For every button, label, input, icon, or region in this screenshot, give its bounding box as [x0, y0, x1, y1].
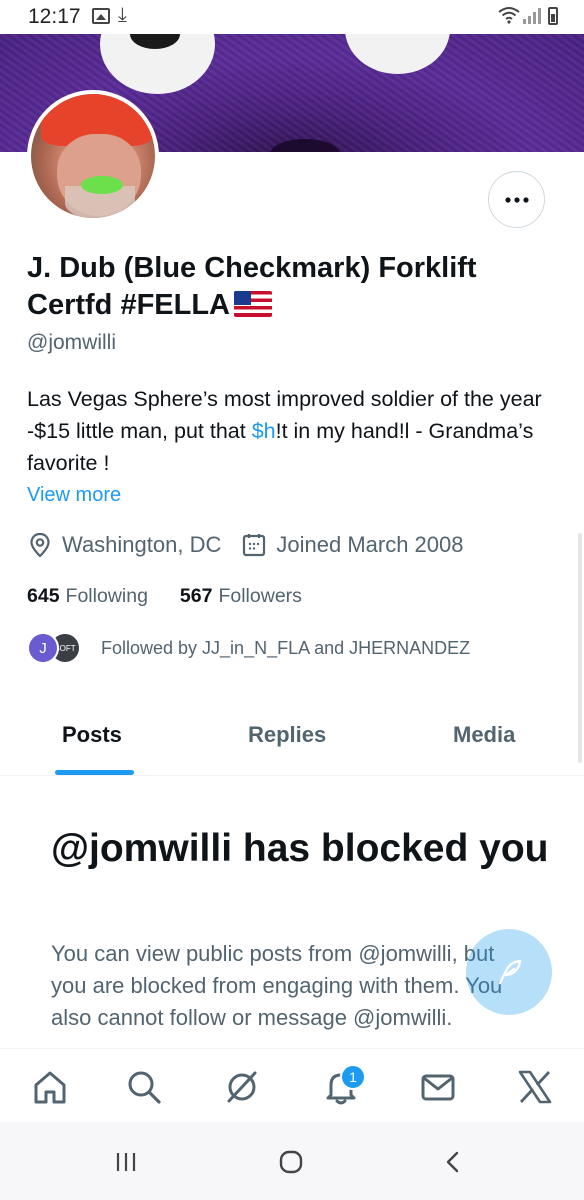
recent-apps-button[interactable]	[106, 1144, 146, 1180]
profile-bio: Las Vegas Sphere’s most improved soldier…	[27, 383, 547, 479]
profile-meta: Washington, DC Joined March 2008	[27, 530, 484, 560]
system-nav-bar	[0, 1122, 584, 1200]
joined-item: Joined March 2008	[241, 532, 464, 558]
follow-counts: 645 Following 567 Followers	[27, 585, 334, 608]
display-name: J. Dub (Blue Checkmark) Forklift Certfd …	[27, 250, 567, 324]
calendar-icon	[241, 532, 267, 558]
blocked-title: @jomwilli has blocked you	[51, 827, 549, 870]
tab-replies[interactable]: Replies	[248, 722, 326, 748]
search-icon[interactable]	[124, 1067, 164, 1107]
bio-cashtag-link[interactable]: $h	[252, 419, 276, 443]
profile-avatar[interactable]	[27, 90, 159, 222]
avatar-mustache	[81, 176, 123, 194]
location-item: Washington, DC	[27, 532, 221, 558]
followers-label: Followers	[218, 585, 302, 607]
home-button[interactable]	[271, 1144, 311, 1180]
messages-icon[interactable]	[418, 1067, 458, 1107]
notification-badge: 1	[340, 1064, 366, 1090]
blocked-body: You can view public posts from @jomwilli…	[51, 941, 503, 1030]
followed-by-text: Followed by JJ_in_N_FLA and JHERNANDEZ	[101, 637, 471, 658]
active-tab-indicator	[55, 770, 134, 775]
bottom-nav	[0, 1048, 584, 1122]
following-link[interactable]: 645 Following	[27, 585, 148, 608]
us-flag-icon	[234, 291, 272, 317]
location-text: Washington, DC	[62, 532, 222, 557]
joined-text: Joined March 2008	[276, 532, 464, 557]
more-options-button[interactable]	[488, 171, 545, 228]
followers-count: 567	[179, 585, 213, 607]
following-label: Following	[65, 585, 148, 607]
profile-handle: @jomwilli	[27, 331, 116, 354]
gallery-icon	[92, 8, 110, 24]
scrollbar[interactable]	[578, 533, 582, 763]
view-more-link[interactable]: View more	[27, 484, 121, 507]
battery-icon	[548, 7, 558, 25]
banner-pupil	[130, 34, 180, 49]
location-pin-icon	[27, 532, 53, 558]
download-icon: ⤓	[118, 4, 127, 26]
tab-media[interactable]: Media	[453, 722, 515, 748]
back-button[interactable]	[434, 1144, 474, 1180]
wifi-icon	[498, 7, 520, 24]
profile-tabs: Posts Replies Media	[0, 700, 584, 776]
grok-icon[interactable]	[222, 1067, 262, 1107]
tab-posts[interactable]: Posts	[62, 722, 122, 748]
x-icon[interactable]	[515, 1067, 555, 1107]
home-icon[interactable]	[30, 1067, 70, 1107]
feather-icon	[498, 959, 522, 985]
more-icon	[504, 196, 529, 203]
follower-avatar: J	[27, 632, 59, 664]
following-count: 645	[27, 585, 60, 607]
status-bar: 12:17 ⤓	[0, 0, 584, 34]
signal-icon	[523, 8, 541, 24]
followers-link[interactable]: 567 Followers	[180, 585, 302, 608]
followed-by-row[interactable]: J SOFT Followed by JJ_in_N_FLA and JHERN…	[27, 630, 470, 666]
status-time: 12:17	[28, 5, 81, 28]
compose-post-button[interactable]	[466, 929, 552, 1015]
